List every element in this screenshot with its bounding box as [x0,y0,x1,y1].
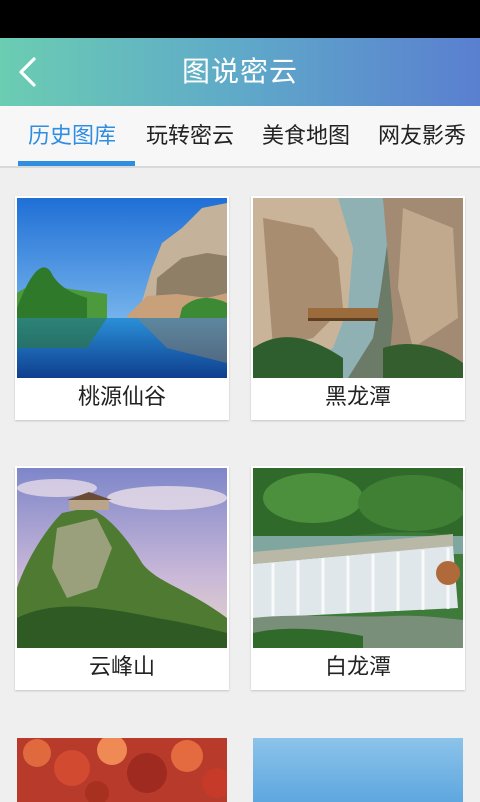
gallery-card-label: 桃源仙谷 [77,385,166,410]
app-header: 图说密云 [0,38,480,106]
gallery-card-taoyuan-valley[interactable]: 桃源仙谷 [15,196,229,420]
tab-food-map[interactable]: 美食地图 [262,106,350,166]
white-dragon-pool-photo [253,468,463,648]
gallery-card-label: 云峰山 [88,655,155,680]
gallery-card-partial-left[interactable] [15,736,229,802]
gallery-card-yunfeng-mountain[interactable]: 云峰山 [15,466,229,690]
black-dragon-pool-photo [253,198,463,378]
back-button[interactable] [8,50,52,94]
gallery-card-black-dragon-pool[interactable]: 黑龙潭 [251,196,465,420]
tab-history-gallery[interactable]: 历史图库 [28,106,116,166]
tab-explore-miyun[interactable]: 玩转密云 [146,106,234,166]
gallery-card-white-dragon-pool[interactable]: 白龙潭 [251,466,465,690]
status-bar [0,0,480,38]
taoyuan-valley-photo [17,198,227,378]
photo-grid: 桃源仙谷 黑龙潭 云峰山 白龙潭 [0,168,480,802]
chevron-left-icon [19,57,36,87]
gallery-card-label: 黑龙潭 [324,385,391,410]
tab-netizen-photos[interactable]: 网友影秀 [378,106,466,166]
red-foliage-photo [17,738,227,802]
page-title: 图说密云 [181,55,298,88]
gallery-card-label: 白龙潭 [324,655,391,680]
yunfeng-mountain-photo [17,468,227,648]
gallery-card-partial-right[interactable] [251,736,465,802]
active-tab-indicator [18,161,135,166]
tab-bar: 历史图库 玩转密云 美食地图 网友影秀 [0,106,480,168]
blue-sky-photo [253,738,463,802]
